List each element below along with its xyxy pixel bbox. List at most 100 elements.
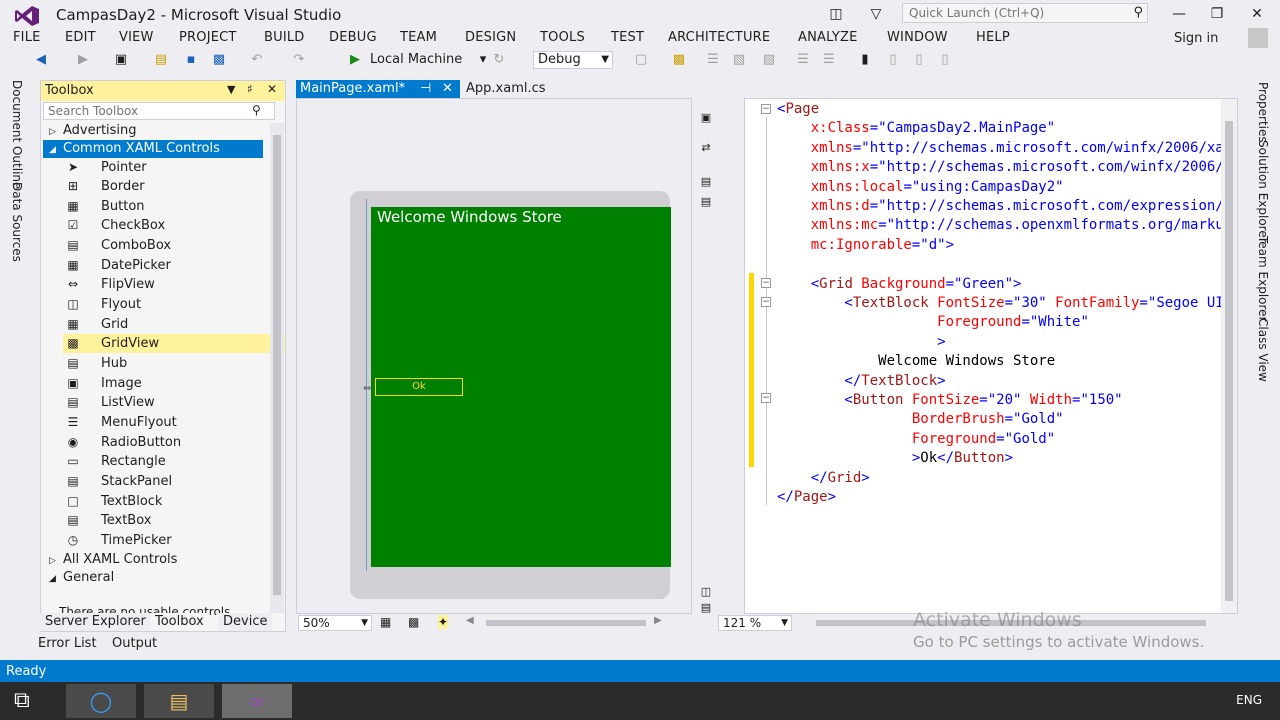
- toolbox-item-timepicker[interactable]: ◷ TimePicker: [63, 531, 285, 550]
- split-vertical-icon[interactable]: ◫: [697, 585, 715, 601]
- menu-edit[interactable]: EDIT: [65, 30, 96, 45]
- code-line[interactable]: Foreground="White": [777, 313, 1089, 332]
- new-project-icon[interactable]: ▣: [112, 51, 130, 69]
- windows-start-icon[interactable]: ⧉: [14, 688, 30, 713]
- editor-zoom-select[interactable]: 121 % ▼: [718, 615, 792, 631]
- toolbox-search-box[interactable]: ⚲: [43, 102, 275, 120]
- sign-in-link[interactable]: Sign in: [1174, 31, 1218, 46]
- toolbox-item-stackpanel[interactable]: ▤ StackPanel: [63, 472, 285, 491]
- code-line[interactable]: BorderBrush="Gold": [777, 410, 1064, 429]
- scroll-right-icon[interactable]: ▶: [654, 615, 662, 626]
- feedback-icon[interactable]: ◫: [826, 4, 846, 24]
- code-line[interactable]: >Ok</Button>: [777, 449, 1013, 468]
- toolbar-icon-1[interactable]: ▢: [632, 51, 650, 69]
- close-icon[interactable]: ✕: [442, 80, 453, 98]
- code-line[interactable]: xmlns:x="http://schemas.microsoft.com/wi…: [777, 158, 1237, 177]
- input-language[interactable]: ENG: [1236, 693, 1262, 707]
- solution-explorer-tab[interactable]: Solution Explorer: [1256, 140, 1270, 243]
- toolbox-item-combobox[interactable]: ▤ ComboBox: [63, 236, 285, 255]
- toolbox-category-common[interactable]: ◢ Common XAML Controls: [43, 140, 263, 158]
- code-line[interactable]: <Grid Background="Green">: [777, 275, 1022, 294]
- menu-help[interactable]: HELP: [976, 30, 1010, 45]
- menu-tools[interactable]: TOOLS: [540, 30, 585, 45]
- menu-file[interactable]: FILE: [13, 30, 41, 45]
- forward-icon[interactable]: ▶: [74, 51, 92, 69]
- pin-icon[interactable]: ⊣: [420, 80, 431, 98]
- artboard-toggle-icon[interactable]: ✦: [438, 615, 449, 629]
- ok-button-preview[interactable]: Ok: [375, 378, 463, 396]
- scrollbar-thumb[interactable]: [1225, 121, 1233, 601]
- toolbox-category-general[interactable]: ◢ General: [49, 569, 114, 587]
- pin-icon[interactable]: ♯: [247, 82, 253, 96]
- menu-design[interactable]: DESIGN: [465, 30, 516, 45]
- close-button[interactable]: ✕: [1242, 3, 1272, 25]
- editor-scrollbar[interactable]: [1221, 99, 1237, 613]
- design-tool-icon-3[interactable]: ▤: [697, 195, 715, 211]
- menu-view[interactable]: VIEW: [119, 30, 154, 45]
- bookmark-prev-icon[interactable]: ▯: [884, 51, 902, 69]
- quick-launch-box[interactable]: ⚲: [902, 3, 1148, 23]
- filter-icon[interactable]: ▽: [866, 4, 886, 24]
- team-explorer-tab[interactable]: Team Explorer: [1256, 236, 1270, 322]
- toolbox-search-input[interactable]: [44, 103, 249, 119]
- refresh-icon[interactable]: ↻: [490, 51, 508, 69]
- bookmark-clear-icon[interactable]: ▯: [936, 51, 954, 69]
- scrollbar-thumb[interactable]: [273, 135, 281, 595]
- toolbar-icon-2[interactable]: ☰: [704, 51, 722, 69]
- quick-launch-input[interactable]: [903, 4, 1123, 22]
- design-tool-icon-2[interactable]: ▤: [697, 175, 715, 191]
- find-in-files-icon[interactable]: ▩: [670, 51, 688, 69]
- code-line[interactable]: x:Class="CampasDay2.MainPage": [777, 119, 1055, 138]
- welcome-textblock[interactable]: Welcome Windows Store: [377, 208, 562, 226]
- toolbox-item-radiobutton[interactable]: ◉ RadioButton: [63, 433, 285, 452]
- scroll-left-icon[interactable]: ◀: [466, 615, 474, 626]
- document-outline-tab[interactable]: Document Outline: [10, 80, 24, 189]
- back-icon[interactable]: ◀: [32, 51, 50, 69]
- toolbox-tab[interactable]: Toolbox: [150, 613, 209, 631]
- menu-build[interactable]: BUILD: [264, 30, 305, 45]
- resize-handle-icon[interactable]: ⇔: [363, 383, 377, 394]
- toolbar-icon-3[interactable]: ▧: [730, 51, 748, 69]
- design-tool-icon-1[interactable]: ▣: [697, 111, 715, 127]
- page-preview[interactable]: Welcome Windows Store Ok: [371, 207, 671, 567]
- toolbox-item-rectangle[interactable]: ▭ Rectangle: [63, 452, 285, 471]
- toolbox-scrollbar[interactable]: [270, 123, 284, 613]
- toolbox-item-datepicker[interactable]: ▦ DatePicker: [63, 256, 285, 275]
- toolbox-item-menuflyout[interactable]: ☰ MenuFlyout: [63, 413, 285, 432]
- file-explorer-icon[interactable]: ▤: [144, 684, 214, 718]
- code-line[interactable]: Welcome Windows Store: [777, 352, 1055, 371]
- toolbox-item-hub[interactable]: ▤ Hub: [63, 354, 285, 373]
- toolbox-item-textblock[interactable]: □ TextBlock: [63, 492, 285, 511]
- grid-toggle-icon[interactable]: ▦: [380, 615, 391, 629]
- start-debugging-icon[interactable]: ▶: [346, 51, 364, 69]
- menu-debug[interactable]: DEBUG: [329, 30, 377, 45]
- code-line[interactable]: xmlns:mc="http://schemas.openxmlformats.…: [777, 216, 1237, 235]
- minimize-button[interactable]: —: [1164, 3, 1194, 25]
- save-icon[interactable]: ▪: [182, 51, 200, 69]
- data-sources-tab[interactable]: Data Sources: [10, 182, 24, 262]
- comment-icon[interactable]: ☰: [794, 51, 812, 69]
- toolbar-icon-4[interactable]: ▧: [760, 51, 778, 69]
- split-horizontal-icon[interactable]: ▤: [697, 601, 715, 617]
- visual-studio-task-icon[interactable]: ∞: [222, 684, 292, 718]
- properties-tab[interactable]: Properties: [1256, 82, 1270, 143]
- toolbox-item-image[interactable]: ▣ Image: [63, 374, 285, 393]
- code-line[interactable]: </Page>: [777, 488, 836, 507]
- menu-project[interactable]: PROJECT: [179, 30, 237, 45]
- collapse-icon[interactable]: −: [761, 278, 771, 288]
- toolbox-item-border[interactable]: ⊞ Border: [63, 177, 285, 196]
- menu-test[interactable]: TEST: [611, 30, 644, 45]
- undo-icon[interactable]: ↶: [248, 51, 266, 69]
- tab-app-xaml-cs[interactable]: App.xaml.cs: [462, 80, 550, 98]
- toolbox-item-flipview[interactable]: ⇔ FlipView: [63, 275, 285, 294]
- save-all-icon[interactable]: ▩: [210, 51, 228, 69]
- user-avatar-icon[interactable]: [1248, 28, 1268, 48]
- snap-grid-icon[interactable]: ▩: [408, 615, 419, 629]
- tab-mainpage-xaml[interactable]: MainPage.xaml* ⊣ ✕: [296, 80, 460, 98]
- xaml-design-surface[interactable]: Welcome Windows Store Ok ⇔ ▣ ⇄ ▤ ▤ ◫ ▤: [296, 98, 711, 614]
- run-target-button[interactable]: Local Machine: [370, 52, 462, 67]
- code-line[interactable]: xmlns:local="using:CampasDay2": [777, 178, 1064, 197]
- bookmark-next-icon[interactable]: ▯: [910, 51, 928, 69]
- toolbox-item-textbox[interactable]: ▤ TextBox: [63, 511, 285, 530]
- code-line[interactable]: mc:Ignorable="d">: [777, 236, 954, 255]
